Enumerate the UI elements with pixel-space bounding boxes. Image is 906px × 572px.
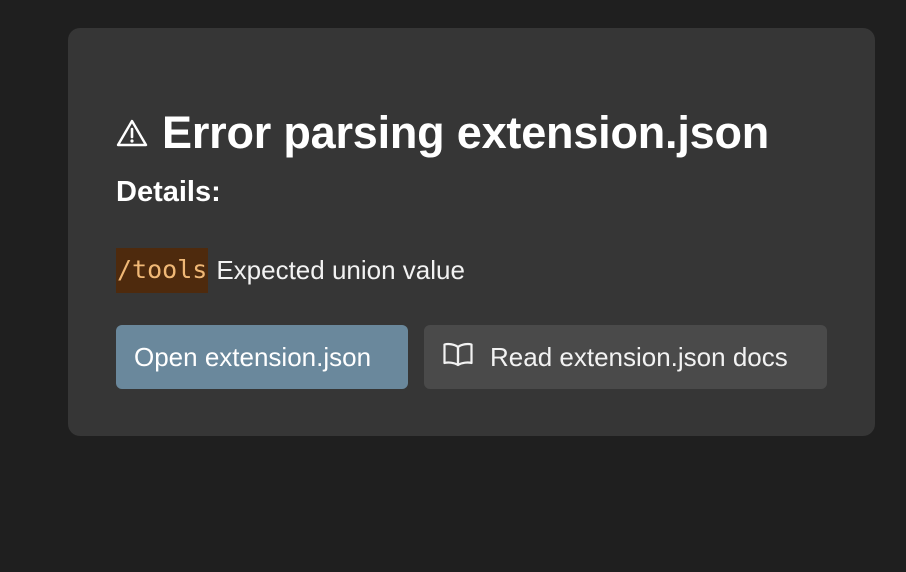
open-extension-json-label: Open extension.json <box>134 341 372 372</box>
read-docs-button[interactable]: Read extension.json docs <box>424 325 827 389</box>
dialog-header: Error parsing extension.json <box>116 110 769 155</box>
dialog-actions: Open extension.json Read extension.json … <box>116 325 827 389</box>
read-docs-label: Read extension.json docs <box>490 341 788 372</box>
open-extension-json-button[interactable]: Open extension.json <box>116 325 408 389</box>
error-detail: /tools Expected union value <box>116 248 465 293</box>
open-book-icon <box>442 341 474 374</box>
details-heading: Details: <box>116 176 221 208</box>
dialog-title: Error parsing extension.json <box>162 107 770 158</box>
warning-triangle-icon <box>116 118 148 148</box>
error-message: Expected union value <box>216 254 465 285</box>
error-path-code: /tools <box>116 248 209 293</box>
error-dialog: Error parsing extension.json Details: /t… <box>68 28 875 436</box>
